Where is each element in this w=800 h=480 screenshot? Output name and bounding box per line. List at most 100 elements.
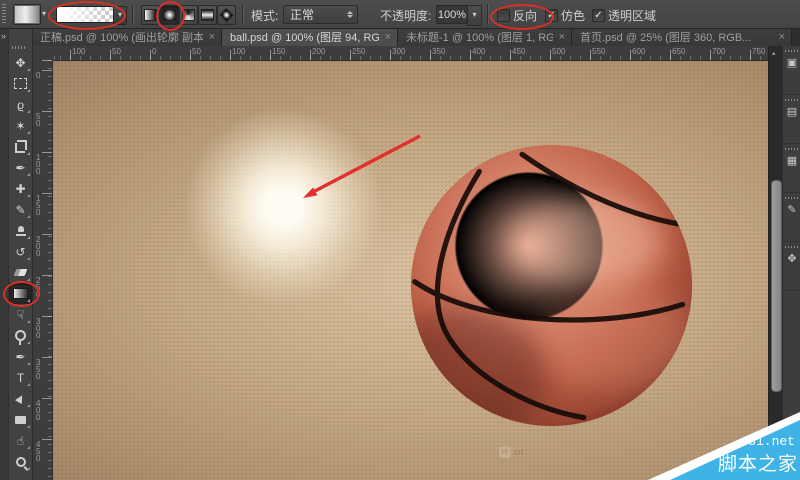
mode-dropdown[interactable]: 正常 <box>283 5 358 24</box>
ui-logo-icon: ui <box>499 446 511 458</box>
close-icon[interactable]: × <box>209 31 215 43</box>
tool-move[interactable]: ✥ <box>9 52 32 73</box>
divider <box>132 4 133 24</box>
crop-icon <box>15 140 27 153</box>
dock-panel-icon-2[interactable]: ▤ <box>783 95 800 144</box>
tool-brush[interactable]: ✎ <box>9 199 32 220</box>
tool-rectangular-marquee[interactable] <box>9 73 32 94</box>
scrollbar-thumb[interactable] <box>771 180 782 392</box>
stepper-icon <box>345 11 355 18</box>
watermark-site-name: 脚本之家 <box>717 454 798 475</box>
ruler-tick-label: 0 <box>152 47 157 56</box>
transparency-checkbox[interactable]: ✓ <box>592 9 605 22</box>
vertical-scrollbar[interactable]: ▴ <box>768 46 783 480</box>
ruler-tick-label: 0 <box>36 71 41 80</box>
gradient-type-reflected-button[interactable] <box>198 5 217 25</box>
ruler-tick-label: 50 <box>36 112 41 128</box>
linear-gradient-icon <box>144 9 157 21</box>
close-icon[interactable]: × <box>385 31 391 43</box>
type-tool-icon: T <box>16 370 25 385</box>
tab-shouye-psd[interactable]: 首页.psd @ 25% (图层 360, RGB... × <box>572 28 792 46</box>
tool-clone-stamp[interactable] <box>9 220 32 241</box>
dither-checkbox[interactable]: ✓ <box>545 9 558 22</box>
gradient-type-linear-button[interactable] <box>141 5 160 25</box>
ruler-tick-label: 250 <box>36 276 41 299</box>
ruler-tick-label: 100 <box>72 47 86 56</box>
ruler-tick-label: 50 <box>192 47 201 56</box>
tool-crop[interactable] <box>9 136 32 157</box>
clone-stamp-icon <box>15 225 26 236</box>
ruler-tick-label: 350 <box>36 358 41 381</box>
tool-history-brush[interactable]: ↺ <box>9 241 32 262</box>
basketball-image <box>410 144 693 427</box>
eraser-icon <box>13 269 28 276</box>
tool-smudge[interactable]: ☟ <box>9 304 32 325</box>
ruler-tick-label: 200 <box>36 235 41 258</box>
magic-wand-icon: ✶ <box>15 118 26 133</box>
gradient-sample[interactable] <box>56 6 114 23</box>
gradient-picker-dropdown-icon[interactable]: ▾ <box>113 6 127 25</box>
opacity-label: 不透明度: <box>380 9 432 23</box>
ruler-tick-label: 100 <box>36 153 41 176</box>
tool-path-selection[interactable]: ▶ <box>9 388 32 409</box>
dither-label: 仿色 <box>561 9 586 23</box>
tool-hand[interactable]: ☝ <box>9 430 32 451</box>
horizontal-ruler: 100 50 0 50 100 150 200 250 300 350 400 … <box>52 46 768 61</box>
opacity-value-field[interactable]: 100% <box>436 5 468 24</box>
options-bar-grip <box>2 4 6 24</box>
tool-type[interactable]: T <box>9 367 32 388</box>
path-selection-icon: ▶ <box>13 392 27 405</box>
tab-zhenggao-psd[interactable]: 正稿.psd @ 100% (画出轮廓 副本, R... × <box>32 28 222 46</box>
tool-healing-brush[interactable]: ✚ <box>9 178 32 199</box>
radial-gradient-icon <box>163 9 176 21</box>
transparency-label: 透明区域 <box>608 9 657 23</box>
tool-zoom[interactable] <box>9 451 32 472</box>
ruler-tick-label: 250 <box>352 47 366 56</box>
close-icon[interactable]: × <box>559 31 565 43</box>
history-brush-icon: ↺ <box>15 244 26 259</box>
canvas[interactable]: ui cn <box>52 60 768 480</box>
opacity-dropdown-icon[interactable]: ▾ <box>467 5 482 26</box>
preset-dropdown-icon[interactable]: ▾ <box>42 10 46 18</box>
ruler-tick-label: 50 <box>112 47 121 56</box>
tool-eraser[interactable] <box>9 262 32 283</box>
ruler-tick-label: 700 <box>712 47 726 56</box>
tool-magic-wand[interactable]: ✶ <box>9 115 32 136</box>
ruler-tick-label: 300 <box>392 47 406 56</box>
angle-gradient-icon <box>182 9 195 21</box>
lasso-icon: ϱ <box>17 97 24 112</box>
tool-eyedropper[interactable]: ✒ <box>9 157 32 178</box>
gradient-type-diamond-button[interactable] <box>217 5 236 25</box>
tab-label: 正稿.psd @ 100% (画出轮廓 副本, R... <box>40 32 203 44</box>
scroll-up-icon[interactable]: ▴ <box>772 49 776 57</box>
dock-panel-icon-1[interactable]: ▣ <box>783 46 800 95</box>
dock-panel-icon-4[interactable]: ✎ <box>783 193 800 242</box>
photoshop-window: { "options_bar": { "mode_label": "模式:", … <box>0 0 800 480</box>
hand-tool-icon: ☝ <box>16 433 25 448</box>
move-icon: ✥ <box>15 55 26 70</box>
reverse-checkbox[interactable] <box>497 9 510 22</box>
ui-watermark-text: cn <box>514 447 524 457</box>
gradient-tool-preset-icon[interactable] <box>13 4 41 25</box>
shape-tool-icon <box>15 415 26 424</box>
gradient-type-radial-button[interactable] <box>160 5 179 25</box>
tool-shape[interactable] <box>9 409 32 430</box>
diamond-gradient-icon <box>219 7 234 23</box>
collapse-panel-icon[interactable]: » <box>1 31 6 41</box>
options-bar: ▾ ▾ 模式: 正常 不透明度: 100% ▾ 反向 ✓ 仿色 ✓ 透明区域 <box>0 0 800 29</box>
tool-gradient[interactable] <box>9 283 32 304</box>
tool-pen[interactable]: ✒ <box>9 346 32 367</box>
marquee-icon <box>14 78 27 89</box>
close-icon[interactable]: × <box>779 31 785 43</box>
dock-panel-icon-5[interactable]: ✥ <box>783 242 800 291</box>
tool-lasso[interactable]: ϱ <box>9 94 32 115</box>
tab-untitled-1[interactable]: 未标题-1 @ 100% (图层 1, RGB/... × <box>398 28 572 46</box>
tool-dodge[interactable] <box>9 325 32 346</box>
gradient-type-angle-button[interactable] <box>179 5 198 25</box>
dock-panel-icon-3[interactable]: ▦ <box>783 144 800 193</box>
tab-ball-psd[interactable]: ball.psd @ 100% (图层 94, RGB/8) * × <box>222 28 398 46</box>
gradient-tool-icon <box>12 288 29 299</box>
tools-panel-grip <box>12 46 26 49</box>
vertical-ruler: 0 50 100 150 200 250 300 350 400 450 <box>32 60 53 480</box>
ruler-tick-label: 400 <box>36 399 41 422</box>
